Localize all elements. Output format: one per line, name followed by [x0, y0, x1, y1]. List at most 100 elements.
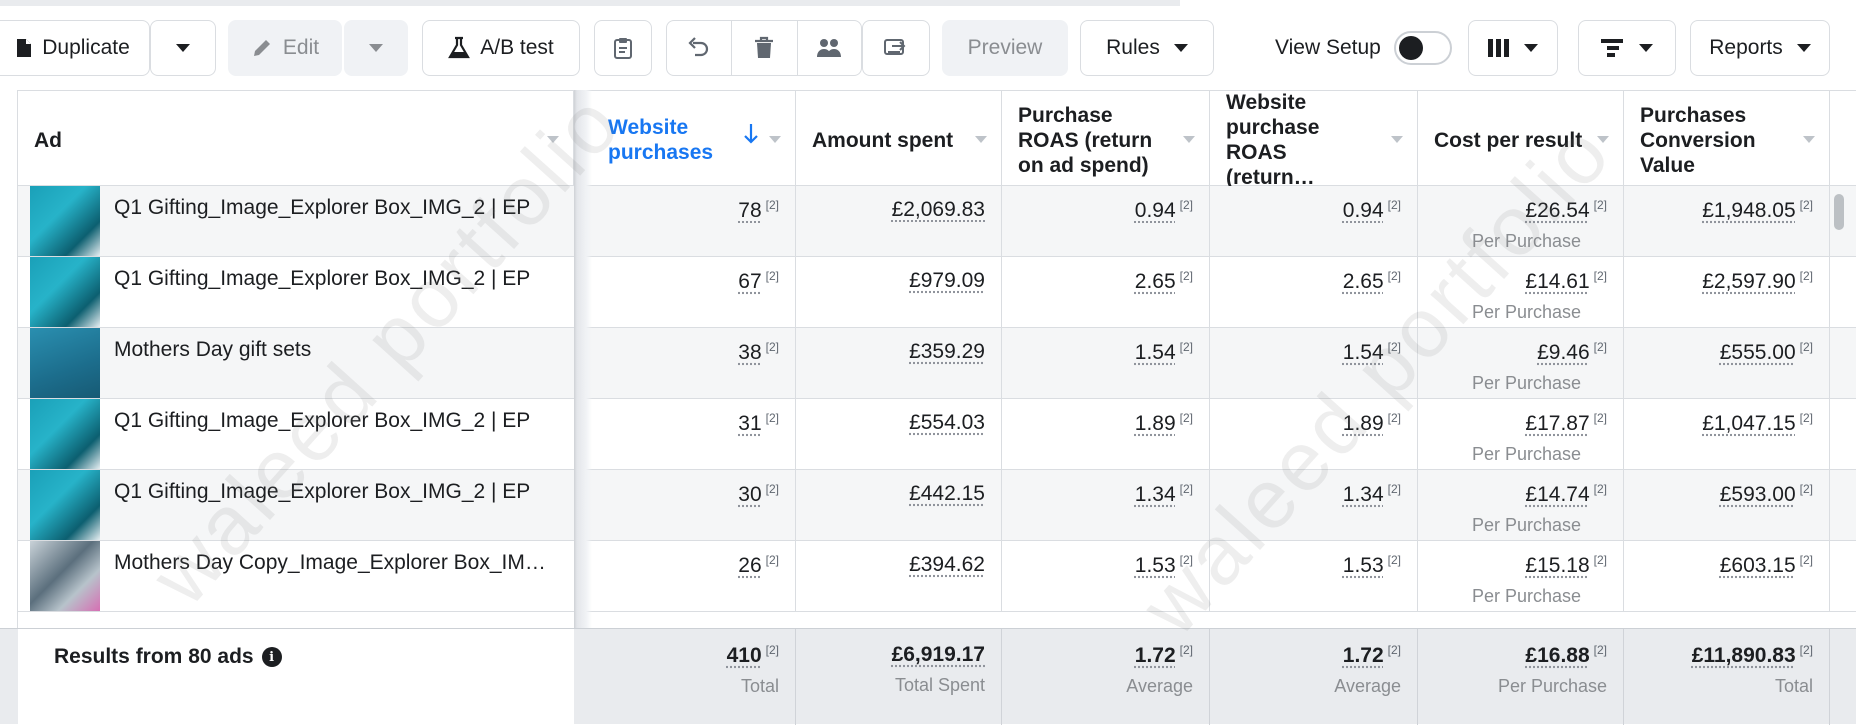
metric-value[interactable]: £26.54	[1525, 199, 1589, 222]
metric-value[interactable]: £1,047.15	[1702, 412, 1795, 435]
view-setup-toggle[interactable]	[1394, 31, 1452, 65]
ad-thumbnail[interactable]	[30, 186, 100, 256]
toolbar: Duplicate Edit A/B test Preview Rules Vi…	[0, 0, 1856, 90]
metric-value[interactable]: £17.87	[1525, 412, 1589, 435]
edit-button[interactable]: Edit	[228, 20, 342, 76]
table-row[interactable]: Mothers Day gift sets 38 [2] £359.29 1.54 [2]…	[0, 328, 1856, 399]
metric-subtext: Per Purchase	[1471, 586, 1581, 606]
clipboard-button[interactable]	[594, 20, 652, 76]
table-row[interactable]: Q1 Gifting_Image_Explorer Box_IMG_2 | EP…	[0, 186, 1856, 257]
ad-thumbnail[interactable]	[30, 541, 100, 611]
footnote-marker: [2]	[1179, 411, 1193, 425]
ad-name[interactable]: Mothers Day Copy_Image_Explorer Box_IM…	[114, 551, 546, 575]
metric-value[interactable]: 30	[738, 483, 761, 506]
duplicate-button[interactable]: Duplicate	[0, 20, 150, 76]
duplicate-dropdown-button[interactable]	[150, 20, 216, 76]
ad-name[interactable]: Q1 Gifting_Image_Explorer Box_IMG_2 | EP	[114, 196, 530, 220]
table-row[interactable]: Q1 Gifting_Image_Explorer Box_IMG_2 | EP…	[0, 470, 1856, 541]
metric-value[interactable]: £14.61	[1525, 270, 1589, 293]
table-row[interactable]: Mothers Day Copy_Image_Explorer Box_IM… 2…	[0, 541, 1856, 612]
edit-dropdown-button[interactable]	[344, 20, 408, 76]
ad-thumbnail[interactable]	[30, 328, 100, 398]
vertical-scrollbar[interactable]	[1834, 194, 1844, 230]
chevron-down-icon	[1803, 136, 1815, 143]
ad-name[interactable]: Q1 Gifting_Image_Explorer Box_IMG_2 | EP	[114, 480, 530, 504]
metric-value[interactable]: 0.94	[1135, 199, 1176, 222]
metric-value[interactable]: 0.94	[1343, 199, 1384, 222]
metric-value[interactable]: £9.46	[1537, 341, 1590, 364]
reports-button[interactable]: Reports	[1690, 20, 1830, 76]
cell-amount-spent: £359.29	[796, 328, 1002, 399]
metric-value[interactable]: £603.15	[1720, 554, 1796, 577]
footnote-marker: [2]	[1179, 340, 1193, 354]
metric-value[interactable]: £1,948.05	[1702, 199, 1795, 222]
undo-button[interactable]	[667, 21, 732, 75]
metric-value[interactable]: 2.65	[1343, 270, 1384, 293]
column-header-cost-per-result[interactable]: Cost per result	[1418, 91, 1624, 187]
footnote-marker: [2]	[1387, 553, 1401, 567]
column-header-amount-spent[interactable]: Amount spent	[796, 91, 1002, 187]
ad-name[interactable]: Q1 Gifting_Image_Explorer Box_IMG_2 | EP	[114, 267, 530, 291]
metric-value[interactable]: 1.89	[1343, 412, 1384, 435]
metric-value[interactable]: £554.03	[909, 411, 985, 434]
metric-value[interactable]: £15.18	[1525, 554, 1589, 577]
column-header-ad[interactable]: Ad	[18, 91, 574, 187]
preview-button[interactable]: Preview	[942, 20, 1068, 76]
ad-name[interactable]: Q1 Gifting_Image_Explorer Box_IMG_2 | EP	[114, 409, 530, 433]
cell-website-purchases: 67 [2]	[592, 257, 796, 328]
breakdown-button[interactable]	[1578, 20, 1676, 76]
metric-value[interactable]: £359.29	[909, 340, 985, 363]
metric-value[interactable]: £979.09	[909, 269, 985, 292]
chevron-down-icon	[1796, 44, 1811, 52]
ad-thumbnail[interactable]	[30, 470, 100, 540]
metric-value[interactable]: 67	[738, 270, 761, 293]
metric-value[interactable]: £394.62	[909, 553, 985, 576]
table-row[interactable]: Q1 Gifting_Image_Explorer Box_IMG_2 | EP…	[0, 257, 1856, 328]
metric-value[interactable]: 2.65	[1135, 270, 1176, 293]
document-icon	[16, 38, 32, 58]
metric-value[interactable]: 78	[738, 199, 761, 222]
clipboard-icon	[613, 36, 633, 60]
metric-value[interactable]: 1.34	[1343, 483, 1384, 506]
metric-value[interactable]: 1.89	[1135, 412, 1176, 435]
metric-value[interactable]: £2,069.83	[892, 198, 985, 221]
column-header-website-purchases[interactable]: Website purchases	[592, 91, 796, 187]
rules-button[interactable]: Rules	[1080, 20, 1214, 76]
compare-button[interactable]	[862, 20, 930, 76]
metric-value[interactable]: 1.54	[1343, 341, 1384, 364]
column-header-website-purchase-roas[interactable]: Website purchase ROAS (return…	[1210, 91, 1418, 189]
ad-thumbnail[interactable]	[30, 257, 100, 327]
cell-website-purchases: 31 [2]	[592, 399, 796, 470]
metric-value[interactable]: 1.54	[1135, 341, 1176, 364]
audience-button[interactable]	[797, 21, 861, 75]
cell-purchase-roas: 1.89 [2]	[1002, 399, 1210, 470]
cell-purchases-conversion-value: £593.00 [2]	[1624, 470, 1830, 541]
metric-value[interactable]: 1.34	[1135, 483, 1176, 506]
cell-ad: Q1 Gifting_Image_Explorer Box_IMG_2 | EP	[18, 257, 574, 328]
chevron-down-icon	[547, 136, 559, 143]
delete-button[interactable]	[731, 21, 798, 75]
cell-website-purchase-roas: 2.65 [2]	[1210, 257, 1418, 328]
metric-value[interactable]: £442.15	[909, 482, 985, 505]
table-row[interactable]: Q1 Gifting_Image_Explorer Box_IMG_2 | EP…	[0, 399, 1856, 470]
metric-value[interactable]: £14.74	[1525, 483, 1589, 506]
metric-value[interactable]: £2,597.90	[1702, 270, 1795, 293]
cell-purchases-conversion-value: £555.00 [2]	[1624, 328, 1830, 399]
metric-value[interactable]: 1.53	[1135, 554, 1176, 577]
column-header-purchases-conversion-value[interactable]: Purchases Conversion Value	[1624, 91, 1830, 187]
metric-value[interactable]: 26	[738, 554, 761, 577]
info-icon[interactable]: i	[261, 647, 282, 667]
footnote-marker: [2]	[1799, 482, 1813, 496]
total-amount-spent: £6,919.17 Total Spent	[796, 629, 1002, 725]
ad-name[interactable]: Mothers Day gift sets	[114, 338, 311, 362]
columns-button[interactable]	[1468, 20, 1558, 76]
metric-value[interactable]: 1.53	[1343, 554, 1384, 577]
metric-value[interactable]: 31	[738, 412, 761, 435]
column-header-purchase-roas[interactable]: Purchase ROAS (return on ad spend)	[1002, 91, 1210, 187]
metric-value[interactable]: £593.00	[1720, 483, 1796, 506]
metric-value[interactable]: 38	[738, 341, 761, 364]
footnote-marker: [2]	[1799, 553, 1813, 567]
metric-value[interactable]: £555.00	[1720, 341, 1796, 364]
ad-thumbnail[interactable]	[30, 399, 100, 469]
ab-test-button[interactable]: A/B test	[422, 20, 580, 76]
